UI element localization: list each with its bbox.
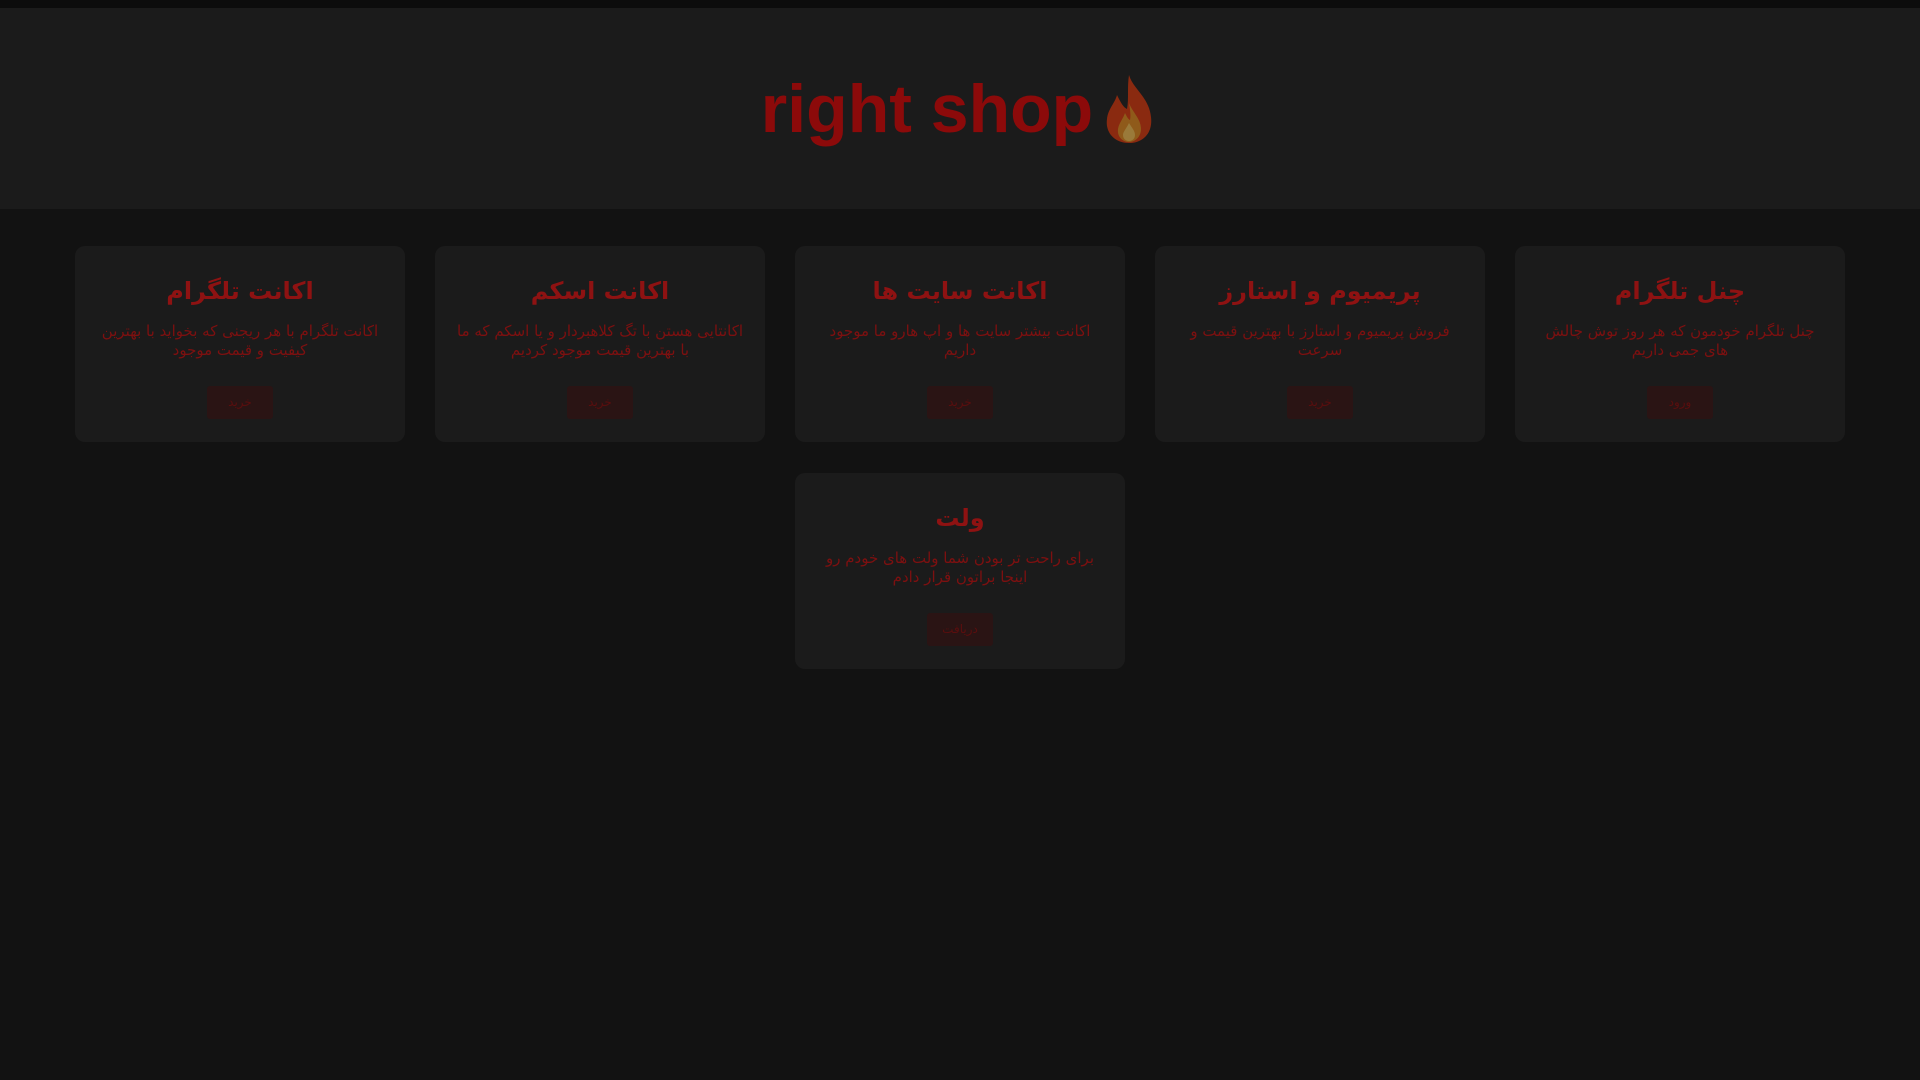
card-wallet: ولت برای راحت تر بودن شما ولت های خودم ر… [795,473,1125,669]
enter-button[interactable]: ورود [1647,386,1713,419]
card-title: چنل تلگرام [1614,277,1746,305]
buy-button[interactable]: خرید [567,386,633,419]
site-brand[interactable]: right shop [761,70,1159,148]
services-grid: چنل تلگرام چنل تلگرام خودمون که هر روز ت… [0,209,1920,1080]
card-description: اکانت بیشتر سایت ها و اپ هارو ما موجود د… [829,322,1091,359]
card-title: اکانت اسکم [530,277,670,305]
card-title: پریمیوم و استارز [1219,277,1421,305]
card-description: اکانتایی هستن با تگ کلاهبردار و یا اسکم … [457,322,743,359]
card-scam-accounts: اکانت اسکم اکانتایی هستن با تگ کلاهبردار… [435,246,765,442]
card-description: برای راحت تر بودن شما ولت های خودم رو ای… [825,549,1095,586]
card-premium-stars: پریمیوم و استارز فروش پریمیوم و استارز ب… [1155,246,1485,442]
card-telegram-accounts: اکانت تلگرام اکانت تلگرام با هر ریجنی که… [75,246,405,442]
receive-button[interactable]: دریافت [927,613,993,646]
buy-button[interactable]: خرید [207,386,273,419]
card-title: ولت [935,504,985,532]
card-description: اکانت تلگرام با هر ریجنی که بخواید با به… [101,322,379,359]
card-telegram-channel: چنل تلگرام چنل تلگرام خودمون که هر روز ت… [1515,246,1845,442]
top-strip [0,0,1920,8]
card-description: فروش پریمیوم و استارز با بهترین قیمت و س… [1190,322,1450,359]
buy-button[interactable]: خرید [927,386,993,419]
site-title: right shop [760,70,1094,147]
buy-button[interactable]: خرید [1287,386,1353,419]
card-title: اکانت تلگرام [166,277,314,305]
fire-icon [1106,74,1152,143]
card-site-accounts: اکانت سایت ها اکانت بیشتر سایت ها و اپ ه… [795,246,1125,442]
card-description: چنل تلگرام خودمون که هر روز توش چالش های… [1545,322,1815,359]
site-header: right shop [0,8,1920,209]
card-title: اکانت سایت ها [872,277,1048,305]
